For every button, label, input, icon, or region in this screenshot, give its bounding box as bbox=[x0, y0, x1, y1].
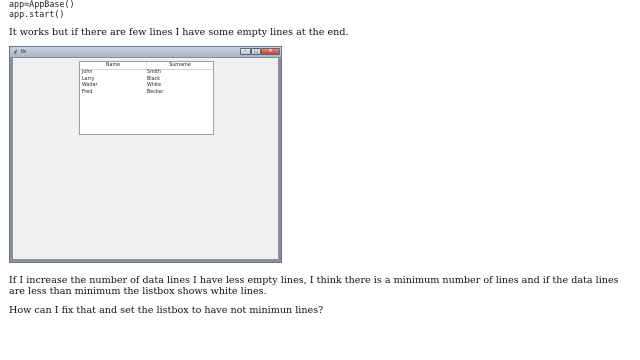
list-row[interactable]: Fred Becker bbox=[80, 90, 213, 97]
feather-icon: ⸙ bbox=[13, 48, 19, 56]
maximize-button[interactable]: □ bbox=[251, 48, 261, 55]
minimize-button[interactable]: – bbox=[240, 48, 251, 55]
column-header-surname[interactable]: Surname bbox=[147, 62, 213, 69]
multicolumn-listbox[interactable]: Name Surname John Smith Larry Black Walt… bbox=[79, 61, 214, 135]
tk-window-screenshot: ⸙ tk – □ ✕ Name Surname John Smith Larry… bbox=[9, 46, 282, 263]
post-paragraph: If I increase the number of data lines I… bbox=[9, 275, 619, 297]
window-title: tk bbox=[21, 49, 27, 55]
post-paragraph: How can I fix that and set the listbox t… bbox=[9, 305, 324, 316]
cell-surname: Becker bbox=[147, 89, 164, 95]
code-line: app=AppBase() bbox=[9, 0, 75, 9]
close-button[interactable]: ✕ bbox=[261, 48, 280, 55]
cell-name: Fred bbox=[82, 89, 93, 95]
window-client-area: Name Surname John Smith Larry Black Walt… bbox=[13, 58, 278, 259]
code-block: app=AppBase() app.start() bbox=[9, 0, 75, 19]
column-header-name[interactable]: Name bbox=[80, 62, 147, 69]
code-line: app.start() bbox=[9, 9, 65, 19]
listbox-header: Name Surname bbox=[80, 62, 213, 70]
window-titlebar: ⸙ tk – □ ✕ bbox=[10, 47, 281, 57]
post-paragraph: It works but if there are few lines I ha… bbox=[9, 27, 349, 38]
